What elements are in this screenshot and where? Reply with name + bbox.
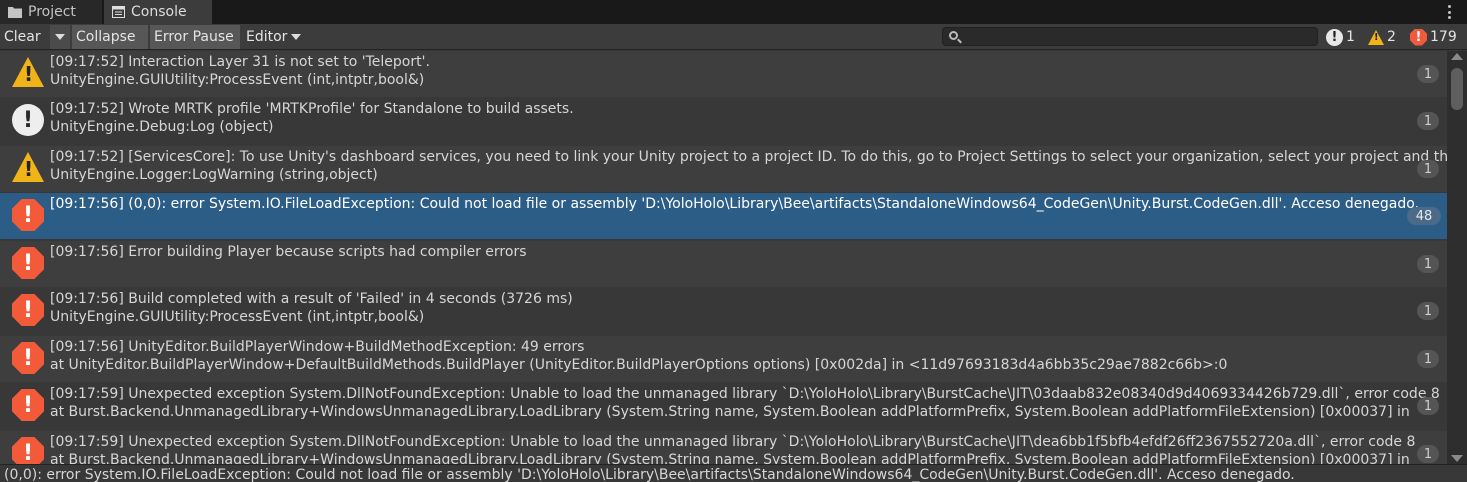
log-count-badge: 1 (1417, 397, 1439, 415)
log-detail-text: (0,0): error System.IO.FileLoadException… (4, 467, 1295, 482)
info-count: 1 (1346, 29, 1355, 45)
search-field[interactable] (942, 27, 1318, 46)
log-message: [09:17:59] Unexpected exception System.D… (50, 386, 1440, 402)
error-icon: ! (12, 342, 44, 374)
log-entry[interactable]: ! [09:17:59] Unexpected exception System… (0, 383, 1447, 429)
search-icon (949, 31, 958, 40)
log-message: [09:17:52] Wrote MRTK profile 'MRTKProfi… (50, 101, 574, 117)
log-detail-pane: (0,0): error System.IO.FileLoadException… (0, 464, 1467, 482)
editor-dropdown-label: Editor (246, 29, 288, 45)
error-pause-toggle[interactable]: Error Pause (150, 25, 240, 49)
log-count-badge: 1 (1417, 65, 1439, 83)
tab-console[interactable]: Console (104, 0, 212, 24)
info-count-toggle[interactable]: ! 1 (1326, 25, 1355, 49)
window-tab-bar: Project Console (0, 0, 1467, 24)
log-stacktrace: at Burst.Backend.UnmanagedLibrary+Window… (50, 404, 1410, 420)
info-icon: ! (12, 104, 44, 136)
clear-button[interactable]: Clear (0, 25, 50, 49)
log-entry[interactable]: ! [09:17:59] Unexpected exception System… (0, 431, 1447, 464)
warning-count: 2 (1387, 29, 1396, 45)
log-message: [09:17:56] Error building Player because… (50, 244, 527, 260)
warning-icon (12, 57, 44, 89)
search-input[interactable] (963, 28, 1313, 45)
log-count-badge: 1 (1417, 302, 1439, 320)
log-stacktrace: UnityEngine.GUIUtility:ProcessEvent (int… (50, 72, 425, 88)
log-entry[interactable]: ! [09:17:56] Build completed with a resu… (0, 288, 1447, 334)
log-count-badge: 1 (1417, 255, 1439, 273)
error-count-toggle[interactable]: ! 179 (1410, 25, 1457, 49)
log-message: [09:17:56] Build completed with a result… (50, 291, 573, 307)
error-icon: ! (1410, 28, 1427, 46)
scroll-down-arrow-icon[interactable] (1451, 455, 1463, 462)
log-entry[interactable]: ! [09:17:52] Wrote MRTK profile 'MRTKPro… (0, 98, 1447, 144)
log-entry[interactable]: ! [09:17:56] Error building Player becau… (0, 241, 1447, 287)
log-stacktrace: UnityEngine.GUIUtility:ProcessEvent (int… (50, 309, 425, 325)
chevron-down-icon (291, 34, 302, 40)
error-icon: ! (12, 199, 44, 231)
vertical-scrollbar[interactable] (1447, 51, 1467, 464)
info-icon: ! (1326, 28, 1343, 46)
log-entry-selected[interactable]: ! [09:17:56] (0,0): error System.IO.File… (0, 193, 1447, 239)
log-stacktrace: UnityEngine.Debug:Log (object) (50, 119, 274, 135)
log-stacktrace: at Burst.Backend.UnmanagedLibrary+Window… (50, 452, 1410, 464)
log-message: [09:17:52] [ServicesCore]: To use Unity'… (50, 149, 1447, 165)
tab-console-label: Console (131, 4, 187, 20)
console-toolbar: Clear Collapse Error Pause Editor ! 1 2 … (0, 24, 1467, 50)
chevron-down-icon (55, 34, 65, 40)
console-icon (112, 6, 125, 18)
tab-project[interactable]: Project (0, 0, 102, 24)
log-stacktrace: at UnityEditor.BuildPlayerWindow+Default… (50, 357, 1228, 373)
log-count-badge: 1 (1417, 350, 1439, 368)
console-log-list: [09:17:52] Interaction Layer 31 is not s… (0, 51, 1447, 464)
warning-count-toggle[interactable]: 2 (1368, 25, 1396, 49)
collapse-toggle[interactable]: Collapse (72, 25, 148, 49)
log-entry[interactable]: ! [09:17:56] UnityEditor.BuildPlayerWind… (0, 336, 1447, 382)
more-options-icon[interactable] (1443, 4, 1455, 20)
error-icon: ! (12, 389, 44, 421)
error-count: 179 (1430, 29, 1457, 45)
log-message: [09:17:52] Interaction Layer 31 is not s… (50, 54, 430, 70)
error-icon: ! (12, 247, 44, 279)
log-count-badge: 48 (1407, 207, 1441, 225)
folder-icon (8, 7, 22, 18)
log-count-badge: 1 (1417, 112, 1439, 130)
log-entry[interactable]: [09:17:52] Interaction Layer 31 is not s… (0, 51, 1447, 97)
log-count-badge: 1 (1417, 160, 1439, 178)
editor-dropdown[interactable]: Editor (242, 25, 308, 49)
tab-project-label: Project (28, 4, 76, 20)
log-stacktrace: UnityEngine.Logger:LogWarning (string,ob… (50, 167, 378, 183)
clear-options-dropdown[interactable] (50, 25, 70, 49)
log-message: [09:17:56] (0,0): error System.IO.FileLo… (50, 196, 1419, 212)
scroll-up-arrow-icon[interactable] (1451, 53, 1463, 60)
warning-icon (1368, 29, 1384, 45)
scrollbar-thumb[interactable] (1451, 68, 1463, 110)
log-count-badge: 1 (1417, 445, 1439, 463)
log-message: [09:17:59] Unexpected exception System.D… (50, 434, 1416, 450)
error-icon: ! (12, 294, 44, 326)
log-message: [09:17:56] UnityEditor.BuildPlayerWindow… (50, 339, 585, 355)
error-icon: ! (12, 437, 44, 464)
warning-icon (12, 152, 44, 184)
log-entry[interactable]: [09:17:52] [ServicesCore]: To use Unity'… (0, 146, 1447, 192)
